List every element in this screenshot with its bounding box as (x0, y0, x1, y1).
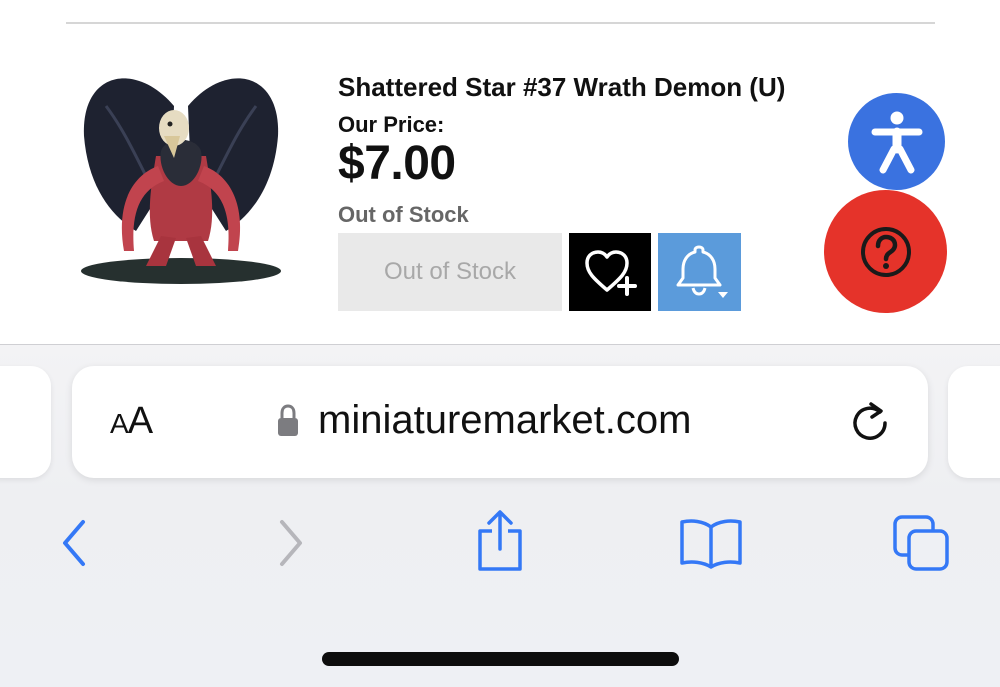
forward-button[interactable] (265, 512, 317, 574)
accessibility-icon (871, 111, 922, 173)
chevron-right-icon (280, 520, 302, 566)
book-icon (680, 519, 742, 569)
stock-status: Out of Stock (338, 202, 469, 227)
question-icon (860, 226, 911, 277)
address-bar[interactable]: AA miniaturemarket.com (72, 366, 928, 478)
home-indicator[interactable] (322, 652, 679, 666)
reader-label-small: A (110, 408, 129, 439)
product-title[interactable]: Shattered Star #37 Wrath Demon (U) (338, 72, 785, 103)
product-image[interactable] (76, 66, 286, 286)
notify-me-button[interactable] (658, 233, 741, 311)
chevron-left-icon (63, 520, 85, 566)
back-button[interactable] (48, 512, 100, 574)
url-text[interactable]: miniaturemarket.com (318, 398, 691, 443)
share-icon (478, 510, 522, 571)
bookmarks-button[interactable] (676, 512, 746, 574)
reader-label-large: A (127, 400, 153, 442)
accessibility-button[interactable] (848, 93, 945, 190)
tabs-button[interactable] (888, 510, 956, 576)
price-label: Our Price: (338, 112, 445, 137)
bell-icon (676, 245, 728, 298)
share-button[interactable] (470, 506, 530, 576)
help-button[interactable] (824, 190, 947, 313)
out-of-stock-button[interactable]: Out of Stock (338, 233, 562, 311)
reader-mode-button[interactable]: AA (110, 400, 153, 443)
reload-icon[interactable] (847, 398, 893, 444)
divider (66, 22, 935, 24)
previous-tab-preview[interactable] (0, 366, 51, 478)
product-price: $7.00 (338, 137, 456, 190)
lock-icon (278, 404, 298, 436)
next-tab-preview[interactable] (948, 366, 1000, 478)
add-to-wishlist-button[interactable] (569, 233, 651, 311)
tabs-icon (893, 515, 949, 571)
heart-plus-icon (585, 250, 637, 296)
